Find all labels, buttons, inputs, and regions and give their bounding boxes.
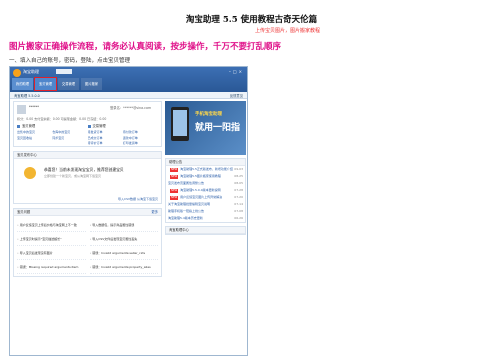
balance-summary: 积分：0.00 支付宝余额：0.00 可提现金额：0.00 已冻结：0.00 bbox=[17, 117, 107, 121]
new-badge: NEW bbox=[170, 174, 179, 179]
panel-title: 宝贝发布中心 bbox=[14, 152, 161, 159]
item-publish-panel: 宝贝发布中心 恭喜您！当前未发现淘宝宝贝，推荐您创建宝贝 立即创建一个新宝贝，或… bbox=[13, 151, 162, 204]
feedback-link[interactable]: 反馈意见 bbox=[230, 93, 243, 98]
trade-management-section: 交易管理 待发货订单 待付款订单 已成交订单 退款中订单 待评价订单 打印发货单 bbox=[88, 123, 159, 145]
step-one-text: 一、填入自己的账号，密码，登陆，点击宝贝管理 bbox=[9, 58, 131, 64]
assistant-center-panel: 淘宝助理中心 bbox=[165, 226, 246, 235]
faq-item[interactable]: 导入CSV文件后发现宝贝属性丢失 bbox=[89, 232, 158, 246]
announcement-item[interactable]: NEW 用户反馈宝贝图片上传异常解决 07-20 bbox=[166, 194, 245, 201]
panel-title: 宝贝问题 更多 bbox=[14, 209, 161, 216]
user-name: ****** bbox=[29, 105, 39, 109]
warning-heading: 图片搬家正确操作流程，请务必认真阅读，按步操作，千万不要打乱顺序 bbox=[9, 42, 282, 52]
panel-title: 淘宝助理中心 bbox=[166, 227, 245, 234]
item-management-section: 宝贝管理 出售中的宝贝 仓库中的宝贝 宝贝回收站 同步宝贝 bbox=[17, 123, 88, 145]
announcement-item[interactable]: 关于淘宝助理批量编辑宝贝说明 07-14 bbox=[166, 201, 245, 208]
account-overview: ****** 登录名：******@sina.com 积分：0.00 支付宝余额… bbox=[13, 101, 162, 147]
new-badge: NEW bbox=[170, 195, 179, 200]
announcement-item[interactable]: 助理手机版一阳指上线公告 07-08 bbox=[166, 208, 245, 215]
app-logo-icon bbox=[13, 69, 21, 77]
app-topbar: 淘宝助理 –□× 我的助理 宝贝管理 交易管理 图片搬家 bbox=[10, 67, 247, 92]
announcement-item[interactable]: NEW 淘宝助理5.5正式版发布，新增功能介绍 09-03 bbox=[166, 166, 245, 173]
faq-item[interactable]: 错误：Invalid arguments:property_alias bbox=[89, 260, 158, 274]
side-column: 手机淘宝助理 就用一阳指 助理公告 NEW 淘宝助理5.5正式版发布，新增功能介绍… bbox=[165, 101, 246, 235]
shortcut-link[interactable]: 出售中的宝贝 bbox=[17, 130, 52, 134]
tab-trade-management[interactable]: 交易管理 bbox=[58, 78, 79, 90]
shortcut-link[interactable]: 宝贝回收站 bbox=[17, 136, 52, 140]
section-title: 宝贝管理 bbox=[17, 123, 88, 128]
new-badge: NEW bbox=[170, 167, 179, 172]
banner-line-2: 就用一阳指 bbox=[195, 123, 241, 133]
faq-item[interactable]: 错误：Invalid arguments:seller_cids bbox=[89, 246, 158, 260]
window-controls[interactable]: –□× bbox=[229, 69, 244, 74]
faq-item[interactable]: 上传宝贝时提示"宝贝描述超长" bbox=[17, 232, 86, 246]
shortcut-link[interactable]: 待付款订单 bbox=[123, 130, 158, 134]
announcement-item[interactable]: 宝贝发布页面属性调整公告 08-05 bbox=[166, 180, 245, 187]
main-column: ****** 登录名：******@sina.com 积分：0.00 支付宝余额… bbox=[13, 101, 162, 277]
tab-image-move[interactable]: 图片搬家 bbox=[81, 78, 102, 90]
announcement-item[interactable]: 淘宝助理5.4版本历史更新 06-26 bbox=[166, 215, 245, 222]
more-link[interactable]: 更多 bbox=[151, 209, 158, 216]
user-name-box bbox=[56, 69, 72, 74]
main-tabs: 我的助理 宝贝管理 交易管理 图片搬家 bbox=[12, 77, 102, 91]
faq-panel: 宝贝问题 更多 用户反馈宝贝上传后价格与淘宝网上不一致 导入数据包，提示商品属性… bbox=[13, 208, 162, 277]
breadcrumb: 淘宝助理 5.5.0.0 bbox=[14, 94, 40, 98]
user-email: 登录名：******@sina.com bbox=[110, 106, 152, 110]
publish-hint: 立即创建一个新宝贝，或从淘宝网下载宝贝 bbox=[44, 174, 102, 178]
announcement-item[interactable]: NEW 淘宝助理5.5图片搬家使用教程 08-25 bbox=[166, 173, 245, 180]
tab-my-assistant[interactable]: 我的助理 bbox=[12, 78, 33, 90]
publish-actions[interactable]: 导入CSV数据 从淘宝下载宝贝 bbox=[118, 197, 158, 201]
shortcut-link[interactable]: 待发货订单 bbox=[88, 130, 123, 134]
shortcut-link[interactable]: 已成交订单 bbox=[88, 136, 123, 140]
document-title: 淘宝助理 5.5 使用教程古奇天伦篇 bbox=[185, 15, 318, 25]
shortcut-link[interactable]: 打印发货单 bbox=[123, 141, 158, 145]
section-title: 交易管理 bbox=[88, 123, 159, 128]
faq-title: 宝贝问题 bbox=[17, 210, 31, 214]
faq-item[interactable]: 错误：Missing required arguments:item bbox=[17, 260, 86, 274]
shortcut-link[interactable]: 待评价订单 bbox=[88, 141, 123, 145]
shortcut-link[interactable]: 退款中订单 bbox=[123, 136, 158, 140]
announcement-item[interactable]: NEW 淘宝助理5.5.0.0版本更新说明 07-28 bbox=[166, 187, 245, 194]
tab-item-management[interactable]: 宝贝管理 bbox=[34, 77, 57, 91]
new-badge: NEW bbox=[170, 188, 179, 193]
faq-item[interactable]: 用户反馈宝贝上传后价格与淘宝网上不一致 bbox=[17, 218, 86, 232]
promo-banner[interactable]: 手机淘宝助理 就用一阳指 bbox=[165, 101, 246, 155]
app-screenshot: 淘宝助理 –□× 我的助理 宝贝管理 交易管理 图片搬家 淘宝助理 5.5.0.… bbox=[9, 66, 248, 356]
banner-line-1: 手机淘宝助理 bbox=[195, 112, 222, 117]
announcements-panel: 助理公告 NEW 淘宝助理5.5正式版发布，新增功能介绍 09-03 NEW 淘宝助理… bbox=[165, 158, 246, 223]
sub-bar: 淘宝助理 5.5.0.0 反馈意见 bbox=[10, 92, 247, 99]
app-name: 淘宝助理 bbox=[23, 69, 39, 74]
faq-item[interactable]: 导入数据包，提示商品属性错误 bbox=[89, 218, 158, 232]
document-subtitle: 上传宝贝图片，图片搬家教程 bbox=[255, 28, 321, 34]
publish-message: 恭喜您！当前未发现淘宝宝贝，推荐您创建宝贝 bbox=[44, 167, 124, 172]
panel-title: 助理公告 bbox=[166, 159, 245, 166]
info-icon bbox=[24, 167, 36, 179]
shortcut-link[interactable]: 同步宝贝 bbox=[52, 136, 87, 140]
phone-icon bbox=[171, 107, 189, 141]
faq-item[interactable]: 导入宝贝后发现没有图片 bbox=[17, 246, 86, 260]
avatar bbox=[17, 105, 26, 114]
shortcut-link[interactable]: 仓库中的宝贝 bbox=[52, 130, 87, 134]
